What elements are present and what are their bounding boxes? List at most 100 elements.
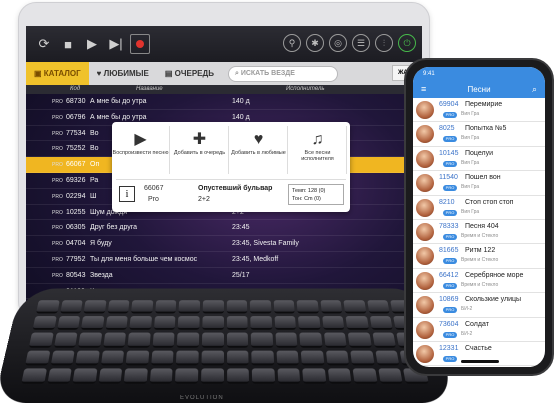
keyboard-key[interactable] [177,316,200,331]
search-input[interactable]: ⌕ ИСКАТЬ ВЕЗДЕ [227,65,338,82]
keyboard-key[interactable] [202,300,224,314]
keyboard-key[interactable] [50,350,75,366]
keyboard-key[interactable] [251,350,274,366]
keyboard-key[interactable] [367,300,391,314]
keyboard-key[interactable] [155,300,177,314]
keyboard-key[interactable] [201,332,224,348]
keyboard-key[interactable] [226,300,248,314]
keyboard-key[interactable] [59,300,83,314]
keyboard-key[interactable] [127,332,151,348]
keyboard-key[interactable] [201,350,224,366]
keyboard-key[interactable] [107,300,130,314]
keyboard-key[interactable] [125,350,150,366]
next-icon[interactable]: ▶| [106,34,126,54]
keyboard-key[interactable] [75,350,100,366]
keyboard-key[interactable] [345,316,369,331]
keyboard-key[interactable] [276,350,300,366]
keyboard-key[interactable] [21,368,47,384]
keyboard-key[interactable] [274,316,297,331]
keyboard-key[interactable] [123,368,148,384]
table-row[interactable]: PRO 04704 Я буду 23:45, Sivesta Family [26,236,422,252]
keyboard-key[interactable] [375,350,400,366]
keyboard-key[interactable] [32,316,57,331]
keyboard-key[interactable] [273,300,295,314]
table-row[interactable]: PRO 06305 Друг без друга 23:45 [26,220,422,237]
table-row[interactable]: PRO 77952 Ты для меня больше чем космос … [26,252,422,268]
keyboard-key[interactable] [153,316,176,331]
keyboard-key[interactable] [343,300,367,314]
power-icon[interactable]: ⏻ [398,34,416,52]
keyboard-key[interactable] [78,332,102,348]
effects-icon[interactable]: ◎ [329,34,347,52]
keyboard-key[interactable] [348,332,372,348]
keyboard-key[interactable] [175,368,199,384]
list-item[interactable]: 8210 Стоп стоп стоп PRO Вия Гра [413,196,545,220]
keyboard-key[interactable] [320,300,343,314]
list-item[interactable]: 69904 Перемирие PRO Вия Гра [413,98,545,123]
keyboard-key[interactable] [149,368,173,384]
keyboard-key[interactable] [249,300,272,314]
keyboard-key[interactable] [352,368,378,384]
keyboard-key[interactable] [129,316,152,331]
keyboard-key[interactable] [100,350,125,366]
keyboard-key[interactable] [200,368,224,384]
keyboard-key[interactable] [296,300,319,314]
keyboard-key[interactable] [105,316,129,331]
list-item[interactable]: 10869 Скользкие улицы PRO БИ-2 [413,293,545,318]
keyboard-key[interactable] [176,350,199,366]
keyboard-key[interactable] [83,300,107,314]
tab-queue[interactable]: ▤ ОЧЕРЕДЬ [157,62,222,85]
keyboard-key[interactable] [177,332,200,348]
mic-icon[interactable]: ⚲ [283,34,301,52]
keyboard-key[interactable] [28,332,54,348]
keyboard-key[interactable] [202,316,224,331]
keyboard-key[interactable] [321,316,345,331]
keyboard-key[interactable] [250,316,273,331]
equalizer-icon[interactable]: ⫶ [375,34,393,52]
keyboard-key[interactable] [226,350,249,366]
refresh-icon[interactable]: ⟳ [34,34,54,54]
keyboard-key[interactable] [35,300,60,314]
record-button[interactable] [130,34,150,54]
list-item[interactable]: 11540 Пошел вон PRO Вия Гра [413,171,545,196]
keyboard-key[interactable] [369,316,394,331]
list-item[interactable]: 73604 Солдат PRO БИ-2 [413,318,545,342]
play-icon[interactable]: ▶ [82,34,102,54]
keyboard-key[interactable] [152,332,175,348]
keyboard-key[interactable] [300,350,325,366]
keyboard-key[interactable] [325,350,350,366]
keyboard-key[interactable] [102,332,127,348]
keyboard-key[interactable] [299,332,323,348]
keyboard-key[interactable] [98,368,123,384]
keyboard-key[interactable] [151,350,174,366]
list-item[interactable]: 81665 Ритм 122 PRO Время и Стекло [413,244,545,269]
keyboard-key[interactable] [323,332,348,348]
tab-favorites[interactable]: ♥ ЛЮБИМЫЕ [89,62,157,85]
search-icon[interactable]: ⌕ [532,81,537,98]
menu-icon[interactable]: ≡ [421,81,426,98]
keyboard-key[interactable] [53,332,78,348]
keyboard-key[interactable] [25,350,51,366]
table-row[interactable]: PRO 68730 А мне бы до утра 140 д [26,94,422,110]
stop-icon[interactable]: ■ [58,34,78,54]
list-item[interactable]: 8025 Попытка №5 PRO Вия Гра [413,122,545,147]
keyboard-key[interactable] [302,368,327,384]
keyboard-key[interactable] [226,368,250,384]
list-item[interactable]: 66412 Серебряное море PRO Время и Стекло [413,269,545,294]
list-item[interactable]: 78333 Песня 404 PRO Время и Стекло [413,220,545,245]
keyboard-key[interactable] [350,350,375,366]
keyboard-key[interactable] [226,316,248,331]
keyboard-key[interactable] [80,316,105,331]
keyboard-key[interactable] [378,368,404,384]
keyboard-key[interactable] [327,368,352,384]
keyboard-key[interactable] [72,368,98,384]
settings-icon[interactable]: ✱ [306,34,324,52]
popup-action-play[interactable]: ▶ Воспроизвести песню [112,126,170,174]
keyboard-key[interactable] [275,332,298,348]
mixer-icon[interactable]: ☰ [352,34,370,52]
keyboard-key[interactable] [372,332,397,348]
keyboard-key[interactable] [46,368,72,384]
keyboard-key[interactable] [178,300,201,314]
popup-action-artist-songs[interactable]: ♫ Все песни исполнителя [289,126,347,174]
keyboard-key[interactable] [250,332,273,348]
